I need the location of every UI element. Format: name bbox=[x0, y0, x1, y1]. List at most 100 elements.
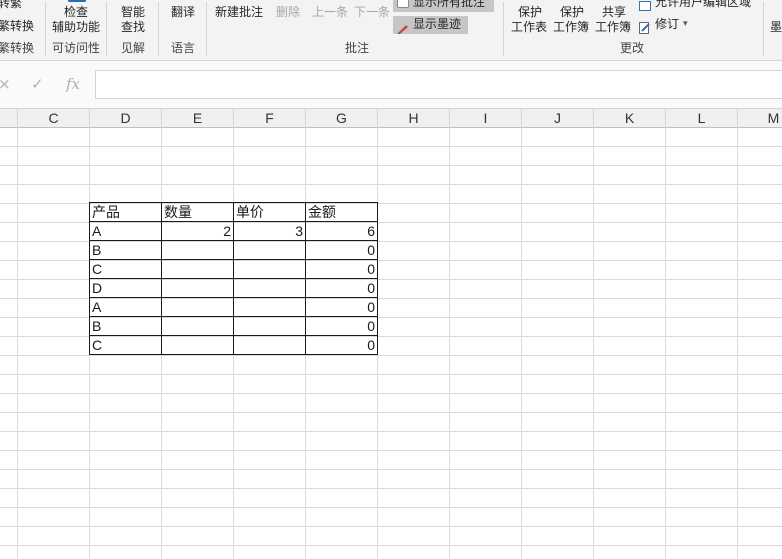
column-header-m[interactable]: M bbox=[738, 109, 782, 128]
column-header-f[interactable]: F bbox=[234, 109, 306, 128]
table-cell[interactable]: A bbox=[89, 221, 162, 241]
table-cell[interactable]: C bbox=[89, 259, 162, 279]
chevron-down-icon[interactable]: ▾ bbox=[683, 17, 688, 32]
column-header-i[interactable]: I bbox=[450, 109, 522, 128]
table-cell[interactable] bbox=[161, 297, 234, 317]
grid-row-line bbox=[0, 469, 782, 470]
grid-row-line bbox=[0, 507, 782, 508]
delete-comment-button[interactable]: 删除 bbox=[276, 5, 300, 20]
chinese-conversion-button[interactable]: 繁转换 bbox=[0, 19, 34, 34]
table-header-cell[interactable]: 金额 bbox=[305, 202, 378, 222]
language-group-label: 语言 bbox=[171, 41, 196, 55]
insert-function-icon[interactable]: fx bbox=[66, 75, 80, 93]
grid-column-line bbox=[593, 128, 594, 559]
grid-column-line bbox=[521, 128, 522, 559]
table-cell[interactable]: D bbox=[89, 278, 162, 298]
table-cell[interactable]: 0 bbox=[305, 316, 378, 336]
track-changes-button[interactable]: 修订 bbox=[655, 17, 679, 32]
column-header-e[interactable]: E bbox=[162, 109, 234, 128]
table-header-cell[interactable]: 数量 bbox=[161, 202, 234, 222]
table-cell[interactable] bbox=[161, 316, 234, 336]
table-cell[interactable] bbox=[233, 240, 306, 260]
grid-row-line bbox=[0, 184, 782, 185]
comments-group-label: 批注 bbox=[345, 41, 370, 55]
new-comment-button[interactable]: 新建批注 bbox=[215, 5, 263, 20]
table-row: A 2 3 6 bbox=[89, 221, 378, 241]
table-cell[interactable]: C bbox=[89, 335, 162, 355]
show-ink-button[interactable]: 显示墨迹 bbox=[413, 17, 461, 32]
table-cell[interactable] bbox=[161, 240, 234, 260]
table-cell[interactable]: B bbox=[89, 240, 162, 260]
smart-lookup-button[interactable]: 智能 bbox=[121, 5, 145, 20]
check-accessibility-button[interactable]: 检查 bbox=[64, 5, 88, 20]
table-cell[interactable] bbox=[233, 259, 306, 279]
table-cell[interactable]: 3 bbox=[233, 221, 306, 241]
table-cell[interactable]: B bbox=[89, 316, 162, 336]
previous-comment-button[interactable]: 上一条 bbox=[312, 5, 348, 20]
grid-row-line bbox=[0, 526, 782, 527]
convert-traditional-button[interactable]: 转繁 bbox=[0, 0, 22, 11]
table-header-cell[interactable]: 单价 bbox=[233, 202, 306, 222]
column-header-c[interactable]: C bbox=[18, 109, 90, 128]
table-cell[interactable] bbox=[161, 259, 234, 279]
enter-icon[interactable]: ✓ bbox=[31, 75, 44, 93]
group-separator bbox=[158, 2, 159, 56]
grid-row-line bbox=[0, 146, 782, 147]
table-cell[interactable] bbox=[233, 278, 306, 298]
show-all-comments-button[interactable]: 显示所有批注 bbox=[413, 0, 485, 10]
table-cell[interactable]: A bbox=[89, 297, 162, 317]
protect-workbook-button-line2[interactable]: 工作簿 bbox=[553, 20, 589, 35]
formula-bar: × ✓ fx bbox=[0, 61, 782, 108]
smart-lookup-button-line2[interactable]: 查找 bbox=[121, 20, 145, 35]
grid-column-line bbox=[665, 128, 666, 559]
allow-edit-ranges-button[interactable]: 允许用户编辑区域 bbox=[655, 0, 751, 10]
grid-column-line bbox=[737, 128, 738, 559]
table-cell[interactable]: 0 bbox=[305, 278, 378, 298]
table-cell[interactable] bbox=[161, 335, 234, 355]
translate-button[interactable]: 翻译 bbox=[171, 5, 195, 20]
grid-row-line bbox=[0, 374, 782, 375]
grid-row-line bbox=[0, 393, 782, 394]
grid-column-line bbox=[449, 128, 450, 559]
share-workbook-button[interactable]: 共享 bbox=[602, 5, 626, 20]
group-separator bbox=[106, 2, 107, 56]
table-cell[interactable]: 0 bbox=[305, 335, 378, 355]
cancel-icon[interactable]: × bbox=[0, 75, 11, 93]
grid-row-line bbox=[0, 431, 782, 432]
column-header-h[interactable]: H bbox=[378, 109, 450, 128]
grid-row-line bbox=[0, 545, 782, 546]
table-cell[interactable]: 0 bbox=[305, 297, 378, 317]
table-cell[interactable] bbox=[233, 297, 306, 317]
column-header-g[interactable]: G bbox=[306, 109, 378, 128]
grid-row-line bbox=[0, 488, 782, 489]
column-header-partial[interactable] bbox=[0, 109, 18, 128]
ink-button-partial[interactable]: 墨 bbox=[770, 20, 782, 35]
column-header-d[interactable]: D bbox=[90, 109, 162, 128]
protect-workbook-button[interactable]: 保护 bbox=[560, 5, 584, 20]
protect-sheet-button-line2[interactable]: 工作表 bbox=[511, 20, 547, 35]
check-accessibility-button-line2[interactable]: 辅助功能 bbox=[52, 20, 100, 35]
share-workbook-button-line2[interactable]: 工作簿 bbox=[595, 20, 631, 35]
column-header-l[interactable]: L bbox=[666, 109, 738, 128]
column-header-j[interactable]: J bbox=[522, 109, 594, 128]
table-header-cell[interactable]: 产品 bbox=[89, 202, 162, 222]
group-separator bbox=[206, 2, 207, 56]
protect-sheet-button[interactable]: 保护 bbox=[518, 5, 542, 20]
table-cell[interactable]: 0 bbox=[305, 240, 378, 260]
table-row: A 0 bbox=[89, 297, 378, 317]
next-comment-button[interactable]: 下一条 bbox=[354, 5, 390, 20]
data-table[interactable]: 产品 数量 单价 金额 A 2 3 6 B 0 C 0 D 0 A 0 B 0 bbox=[89, 202, 378, 355]
table-cell[interactable]: 2 bbox=[161, 221, 234, 241]
table-cell[interactable]: 0 bbox=[305, 259, 378, 279]
accessibility-group-label: 可访问性 bbox=[52, 41, 101, 55]
formula-bar-buttons: × ✓ fx bbox=[0, 72, 90, 98]
table-cell[interactable] bbox=[233, 335, 306, 355]
table-cell[interactable] bbox=[233, 316, 306, 336]
column-header-k[interactable]: K bbox=[594, 109, 666, 128]
table-cell[interactable] bbox=[161, 278, 234, 298]
table-cell[interactable]: 6 bbox=[305, 221, 378, 241]
table-row: C 0 bbox=[89, 335, 378, 355]
ink-pen-icon bbox=[397, 19, 409, 35]
formula-input[interactable] bbox=[95, 70, 782, 99]
grid-column-line bbox=[17, 128, 18, 559]
